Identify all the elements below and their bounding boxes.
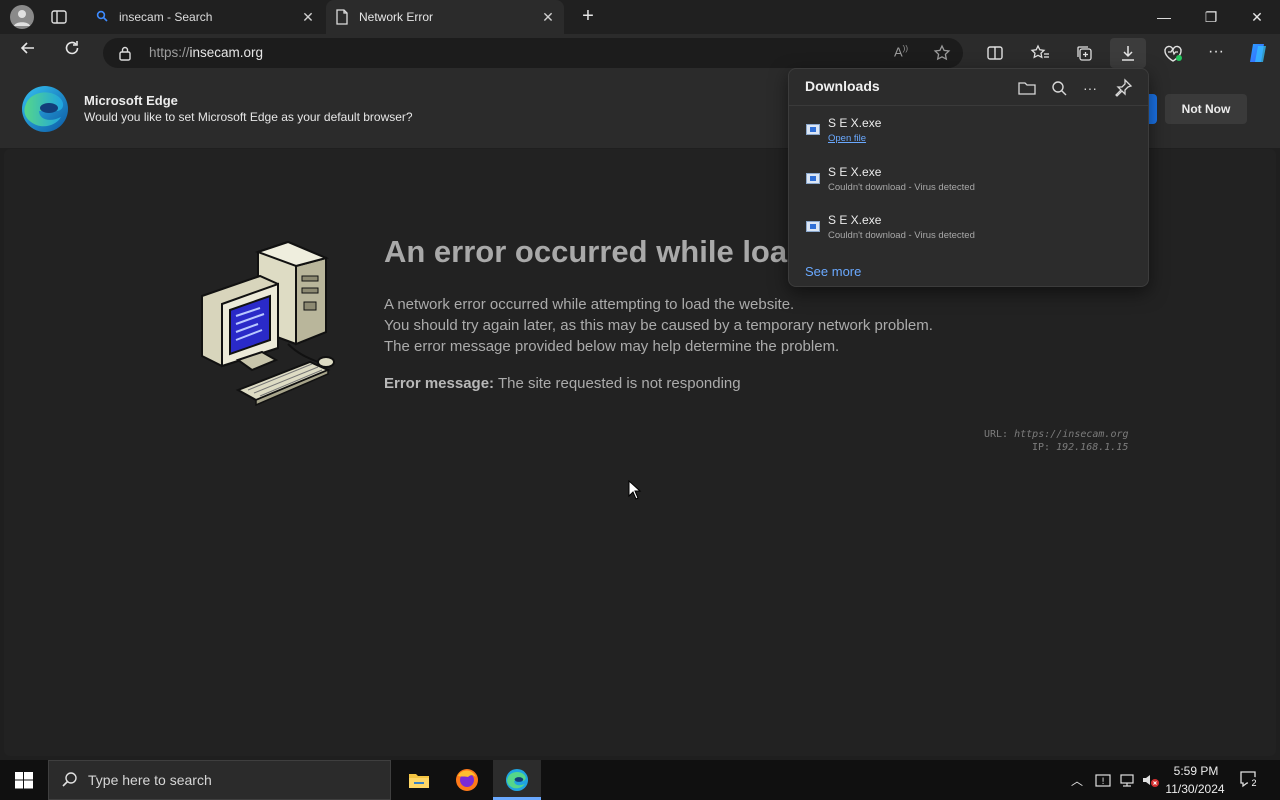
banner-title: Microsoft Edge [84,93,178,108]
download-status: Couldn't download - Virus detected [828,230,975,241]
folder-icon [409,774,429,788]
taskbar-date[interactable]: 11/30/2024 [1162,782,1228,796]
download-item[interactable]: S E X.exe Open file [789,116,1148,160]
minimize-button[interactable]: — [1141,0,1187,34]
download-filename: S E X.exe [828,116,882,130]
taskbar-search-placeholder[interactable]: Type here to search [88,772,212,788]
search-icon [96,10,108,22]
refresh-button[interactable] [57,38,87,68]
network-icon[interactable] [1119,772,1135,788]
search-icon [62,772,77,787]
divider [789,105,1148,106]
copilot-icon[interactable] [1245,40,1271,66]
download-filename: S E X.exe [828,165,882,179]
error-message-text: The site requested is not responding [494,375,741,392]
back-arrow-icon [20,42,34,54]
error-heading: An error occurred while loa [384,234,788,269]
open-file-link[interactable]: Open file [828,133,866,144]
download-status: Couldn't download - Virus detected [828,182,975,193]
lock-icon[interactable] [118,45,132,61]
volume-muted-icon[interactable] [1142,772,1160,788]
downloads-title: Downloads [805,78,880,94]
set-default-button[interactable] [1148,94,1157,124]
more-options-icon[interactable]: ··· [1079,77,1101,99]
error-url-line: URL: https://insecam.org [984,429,1129,440]
windows-logo-icon [15,772,33,789]
download-item[interactable]: S E X.exe Couldn't download - Virus dete… [789,165,1148,209]
exe-file-icon [806,221,820,232]
download-filename: S E X.exe [828,213,882,227]
open-folder-icon[interactable] [1016,77,1038,99]
vertical-tabs-button[interactable] [50,8,68,26]
show-hidden-icons-icon[interactable]: ︿ [1071,772,1085,788]
edge-taskbar-button[interactable] [493,760,541,800]
notifications-button[interactable]: 2 [1236,768,1262,792]
profile-avatar[interactable] [10,5,34,29]
url-text[interactable]: https://insecam.org [149,45,263,60]
exe-file-icon [806,124,820,135]
downloads-flyout: Downloads ··· S E X.exe Open file S E X.… [788,68,1149,287]
pin-icon[interactable] [1112,77,1134,99]
start-button[interactable] [0,760,48,800]
close-tab-icon[interactable]: ✕ [540,9,556,25]
favorites-icon[interactable] [1030,44,1050,62]
defender-warning-icon[interactable]: ! [1095,772,1111,788]
error-message-label: Error message: [384,375,495,392]
tab-title: insecam - Search [119,10,213,24]
notification-count: 2 [1248,777,1260,789]
edge-icon [505,768,529,792]
new-tab-button[interactable]: + [578,6,598,26]
settings-more-icon[interactable]: ··· [1206,42,1226,62]
error-message: Error message: The site requested is not… [384,375,741,392]
downloads-button[interactable] [1110,38,1146,68]
edge-logo-icon [22,86,68,132]
error-ip-line: IP: 192.168.1.15 [1032,442,1129,453]
close-tab-icon[interactable]: ✕ [300,9,316,25]
tab-network-error[interactable]: Network Error ✕ [326,0,564,34]
error-line: The error message provided below may hel… [384,338,840,355]
search-downloads-icon[interactable] [1048,77,1070,99]
error-line: A network error occurred while attemptin… [384,296,795,313]
exe-file-icon [806,173,820,184]
see-more-link[interactable]: See more [805,264,861,279]
tab-search[interactable]: insecam - Search ✕ [86,0,324,34]
vertical-tabs-icon [51,10,67,24]
banner-message: Would you like to set Microsoft Edge as … [84,110,413,124]
error-line: You should try again later, as this may … [384,317,933,334]
profile-icon [14,10,30,26]
read-aloud-icon[interactable]: A)) [894,44,914,62]
browser-essentials-icon[interactable] [1162,43,1184,63]
not-now-button[interactable]: Not Now [1165,94,1247,124]
split-screen-icon[interactable] [986,44,1004,62]
retro-computer-illustration [201,240,335,407]
firefox-button[interactable] [443,760,491,800]
restore-button[interactable]: ❐ [1188,0,1234,34]
download-icon [1122,46,1134,61]
download-item[interactable]: S E X.exe Couldn't download - Virus dete… [789,213,1148,257]
close-window-button[interactable]: ✕ [1234,0,1280,34]
mouse-cursor-icon [628,480,642,500]
svg-text:!: ! [1101,777,1105,787]
taskbar-time[interactable]: 5:59 PM [1166,764,1226,778]
firefox-icon [456,769,478,791]
collections-icon[interactable] [1075,44,1093,62]
favorite-star-icon[interactable] [933,44,951,62]
file-explorer-button[interactable] [395,760,443,800]
back-button[interactable] [13,38,43,68]
tab-title: Network Error [359,10,434,24]
page-icon [336,9,348,25]
refresh-icon [65,41,79,55]
